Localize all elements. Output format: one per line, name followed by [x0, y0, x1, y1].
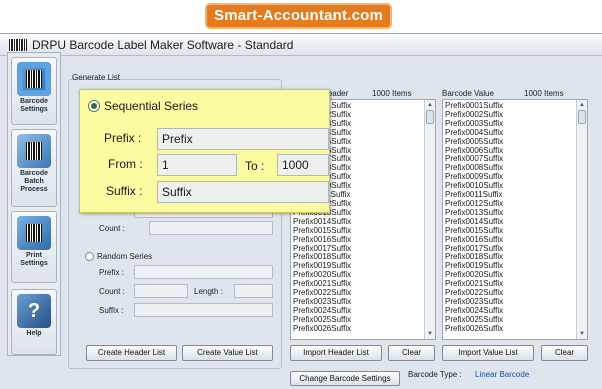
sequential-series-callout: Sequential Series Prefix : Prefix From :… — [79, 89, 330, 213]
prefix-field[interactable]: Prefix — [157, 128, 329, 150]
random-length-label: Length : — [194, 287, 223, 296]
from-field[interactable]: 1 — [157, 154, 237, 176]
random-count-label: Count : — [99, 287, 125, 296]
random-length-field[interactable] — [234, 284, 273, 298]
from-label: From : — [108, 157, 143, 171]
scroll-thumb[interactable] — [426, 110, 434, 124]
clear-value-button[interactable]: Clear — [541, 345, 588, 361]
brand-banner: Smart-Accountant.com — [205, 3, 392, 29]
value-list-title: Barcode Value — [442, 89, 494, 98]
print-settings-icon — [17, 216, 51, 250]
change-barcode-settings-button[interactable]: Change Barcode Settings — [290, 371, 400, 386]
help-icon: ? — [17, 294, 51, 328]
value-listbox[interactable]: Prefix0001Suffix Prefix0002Suffix Prefix00… — [442, 99, 588, 340]
barcode-settings-icon — [17, 62, 51, 96]
sidebar-item-label: Help — [26, 330, 42, 337]
import-value-list-button[interactable]: Import Value List — [442, 345, 534, 361]
sidebar-item-label: Barcode Settings — [19, 98, 48, 113]
sidebar-item-batch-process[interactable]: Barcode Batch Process — [11, 129, 57, 207]
barcode-type-label: Barcode Type : — [408, 370, 462, 379]
random-count-field[interactable] — [134, 284, 188, 298]
random-suffix-label: Suffix : — [99, 306, 124, 315]
scroll-down-icon[interactable]: ▼ — [426, 330, 434, 338]
count-field[interactable] — [149, 221, 273, 235]
sidebar: Barcode Settings Barcode Batch Process P… — [7, 52, 61, 356]
count-label: Count : — [99, 224, 125, 233]
value-items: Prefix0001Suffix Prefix0002Suffix Prefix00… — [443, 100, 587, 334]
to-field[interactable]: 1000 — [277, 154, 329, 176]
barcode-app-icon — [9, 39, 27, 51]
list-item[interactable]: Prefix0026Suffix — [445, 324, 587, 334]
prefix-label: Prefix : — [104, 131, 142, 145]
sequential-series-label: Sequential Series — [104, 99, 199, 113]
scroll-up-icon[interactable]: ▲ — [578, 101, 586, 109]
scroll-thumb[interactable] — [578, 110, 586, 124]
suffix-field[interactable]: Suffix — [157, 181, 329, 203]
clear-header-button[interactable]: Clear — [388, 345, 435, 361]
value-scrollbar[interactable]: ▲ ▼ — [576, 100, 587, 339]
sidebar-item-help[interactable]: ? Help — [11, 289, 57, 355]
value-list-count: 1000 Items — [524, 89, 564, 98]
create-value-list-button[interactable]: Create Value List — [182, 345, 273, 361]
sidebar-item-barcode-settings[interactable]: Barcode Settings — [11, 57, 57, 125]
batch-process-icon — [17, 134, 51, 168]
sidebar-item-label: Barcode Batch Process — [19, 170, 48, 193]
header-scrollbar[interactable]: ▲ ▼ — [424, 100, 435, 339]
scroll-up-icon[interactable]: ▲ — [426, 101, 434, 109]
random-series-label: Random Series — [97, 252, 153, 261]
import-header-list-button[interactable]: Import Header List — [290, 345, 382, 361]
title-bar: DRPU Barcode Label Maker Software - Stan… — [0, 34, 602, 56]
scroll-down-icon[interactable]: ▼ — [578, 330, 586, 338]
header-list-count: 1000 Items — [372, 89, 412, 98]
suffix-label: Suffix : — [106, 184, 143, 198]
sidebar-item-print-settings[interactable]: Print Settings — [11, 211, 57, 283]
generate-list-label: Generate List — [72, 73, 121, 82]
to-label: To : — [245, 159, 265, 173]
sequential-series-radio[interactable] — [88, 100, 100, 112]
random-series-radio[interactable] — [85, 252, 94, 261]
random-suffix-field[interactable] — [134, 303, 273, 317]
create-header-list-button[interactable]: Create Header List — [86, 345, 177, 361]
barcode-type-value: Linear Barcode — [475, 370, 530, 379]
list-item[interactable]: Prefix0026Suffix — [293, 324, 435, 334]
random-prefix-field[interactable] — [134, 265, 273, 279]
random-prefix-label: Prefix : — [99, 268, 124, 277]
sidebar-item-label: Print Settings — [20, 252, 48, 267]
window-title: DRPU Barcode Label Maker Software - Stan… — [32, 38, 294, 52]
